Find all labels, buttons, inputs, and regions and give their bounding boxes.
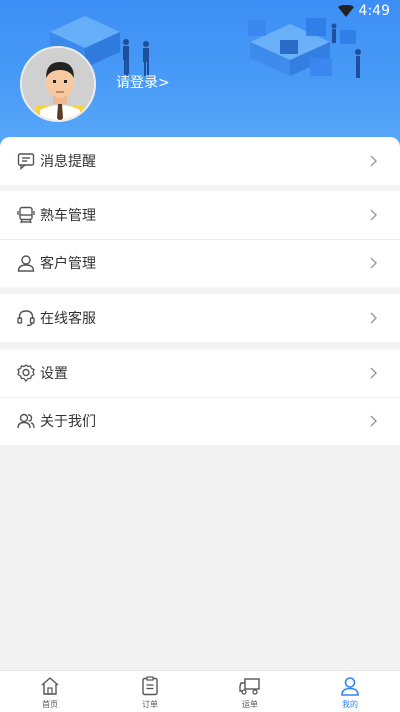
menu-item-messages[interactable]: 消息提醒 xyxy=(0,137,400,185)
chevron-right-icon xyxy=(370,209,377,221)
message-icon xyxy=(16,151,36,171)
tab-home[interactable]: 首页 xyxy=(0,671,100,712)
chevron-right-icon xyxy=(370,312,377,324)
menu-item-online-service[interactable]: 在线客服 xyxy=(0,294,400,342)
profile-header: 4:49 请登录> xyxy=(0,0,400,150)
tab-label: 订单 xyxy=(142,700,158,709)
order-icon xyxy=(139,675,161,697)
bottom-tab-bar: 首页 订单 运单 我的 xyxy=(0,670,400,712)
header-illustration-right xyxy=(248,18,361,78)
chevron-right-icon xyxy=(370,415,377,427)
chevron-right-icon xyxy=(370,155,377,167)
tab-profile[interactable]: 我的 xyxy=(300,671,400,712)
menu-item-label: 关于我们 xyxy=(40,414,96,430)
menu-group-notifications: 消息提醒 xyxy=(0,137,400,185)
menu-group-management: 熟车管理 客户管理 xyxy=(0,191,400,287)
avatar[interactable] xyxy=(20,46,96,122)
menu-group-support: 在线客服 xyxy=(0,294,400,342)
wifi-icon xyxy=(338,5,354,17)
menu-item-vehicles[interactable]: 熟车管理 xyxy=(0,191,400,239)
menu-item-settings[interactable]: 设置 xyxy=(0,349,400,397)
menu-item-label: 客户管理 xyxy=(40,256,96,272)
user-icon xyxy=(16,253,36,273)
tab-orders[interactable]: 订单 xyxy=(100,671,200,712)
tab-label: 运单 xyxy=(242,700,258,709)
avatar-person-icon xyxy=(22,48,94,120)
menu-item-label: 熟车管理 xyxy=(40,208,96,224)
users-icon xyxy=(16,411,36,431)
menu-item-label: 消息提醒 xyxy=(40,154,96,170)
status-bar: 4:49 xyxy=(0,0,400,24)
home-icon xyxy=(39,675,61,697)
menu-item-about[interactable]: 关于我们 xyxy=(0,397,400,445)
profile-icon xyxy=(339,675,361,697)
login-link[interactable]: 请登录> xyxy=(116,72,170,92)
menu-item-customers[interactable]: 客户管理 xyxy=(0,239,400,287)
status-time: 4:49 xyxy=(358,3,390,19)
truck-icon xyxy=(239,675,261,697)
tab-label: 首页 xyxy=(42,700,58,709)
tab-waybill[interactable]: 运单 xyxy=(200,671,300,712)
vehicle-icon xyxy=(16,205,36,225)
chevron-right-icon xyxy=(370,257,377,269)
menu-group-settings: 设置 关于我们 xyxy=(0,349,400,445)
gear-icon xyxy=(16,363,36,383)
menu-item-label: 设置 xyxy=(40,366,68,382)
tab-label: 我的 xyxy=(342,700,358,709)
menu-item-label: 在线客服 xyxy=(40,311,96,327)
chevron-right-icon xyxy=(370,367,377,379)
headset-icon xyxy=(16,308,36,328)
